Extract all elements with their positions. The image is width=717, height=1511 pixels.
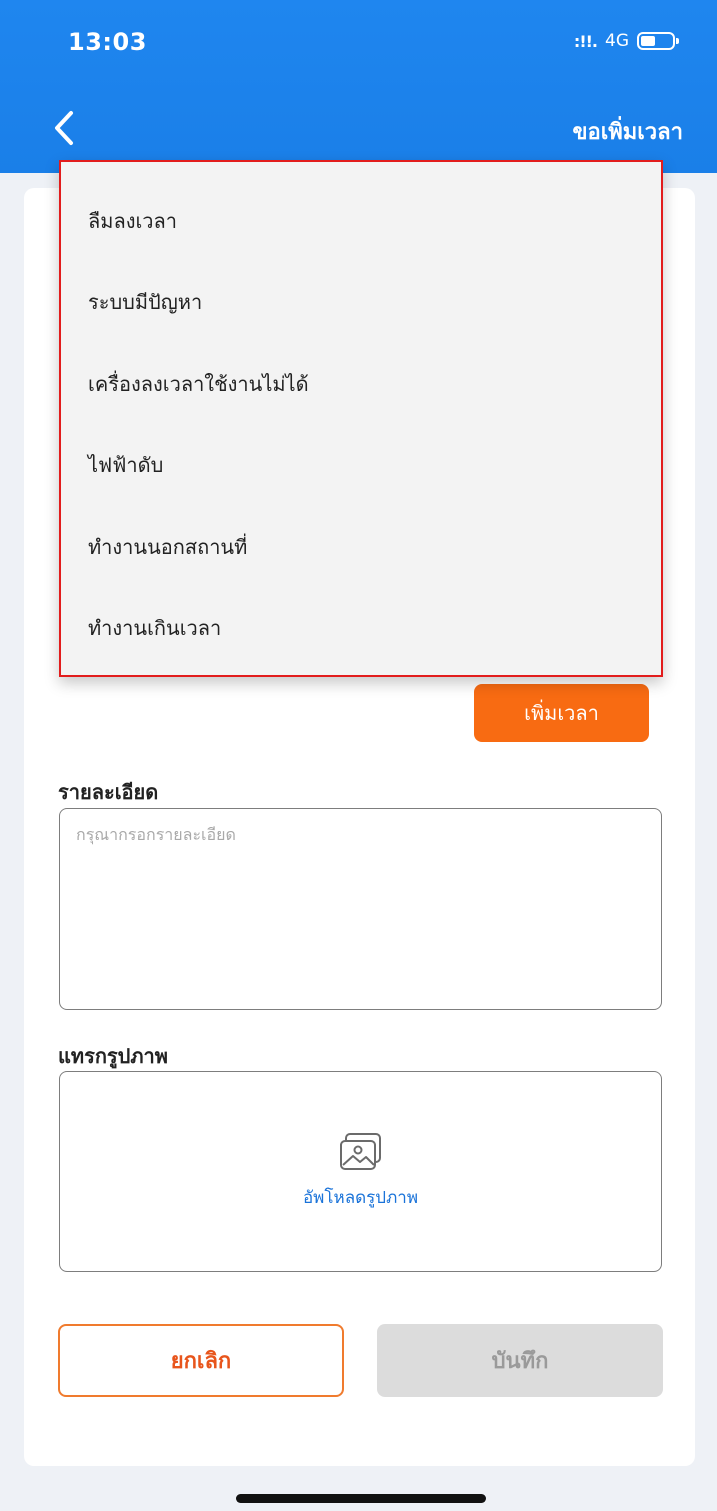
page-title: ขอเพิ่มเวลา <box>572 120 683 145</box>
image-upload-icon <box>339 1133 381 1170</box>
chevron-left-icon <box>55 111 73 145</box>
add-time-button[interactable]: เพิ่มเวลา <box>474 684 649 742</box>
reason-option[interactable]: ทำงานเกินเวลา <box>61 588 661 670</box>
back-button[interactable] <box>44 104 84 152</box>
details-textarea[interactable]: กรุณากรอกรายละเอียด <box>59 808 662 1010</box>
battery-icon <box>637 32 679 50</box>
signal-icon: :!!. <box>573 31 598 51</box>
status-time: 13:03 <box>68 28 147 56</box>
image-upload-area[interactable]: อัพโหลดรูปภาพ <box>59 1071 662 1272</box>
home-indicator <box>236 1494 486 1503</box>
save-button[interactable]: บันทึก <box>377 1324 663 1397</box>
reason-dropdown: ลืมลงเวลา ระบบมีปัญหา เครื่องลงเวลาใช้งา… <box>59 160 663 677</box>
image-label: แทรกรูปภาพ <box>58 1044 168 1068</box>
details-label: รายละเอียด <box>58 780 159 804</box>
status-indicators: :!!. 4G <box>573 31 679 51</box>
reason-option[interactable]: ทำงานนอกสถานที่ <box>61 506 661 588</box>
reason-option[interactable]: เครื่องลงเวลาใช้งานไม่ได้ <box>61 343 661 425</box>
upload-label: อัพโหลดรูปภาพ <box>302 1188 419 1208</box>
network-type: 4G <box>605 31 629 51</box>
reason-option[interactable]: ลืมลงเวลา <box>61 180 661 262</box>
cancel-button[interactable]: ยกเลิก <box>58 1324 344 1397</box>
header-bar: 13:03 :!!. 4G ขอเพิ่มเวลา <box>0 0 717 173</box>
reason-option[interactable]: ระบบมีปัญหา <box>61 262 661 344</box>
reason-option[interactable]: ไฟฟ้าดับ <box>61 425 661 507</box>
details-placeholder: กรุณากรอกรายละเอียด <box>76 825 236 844</box>
